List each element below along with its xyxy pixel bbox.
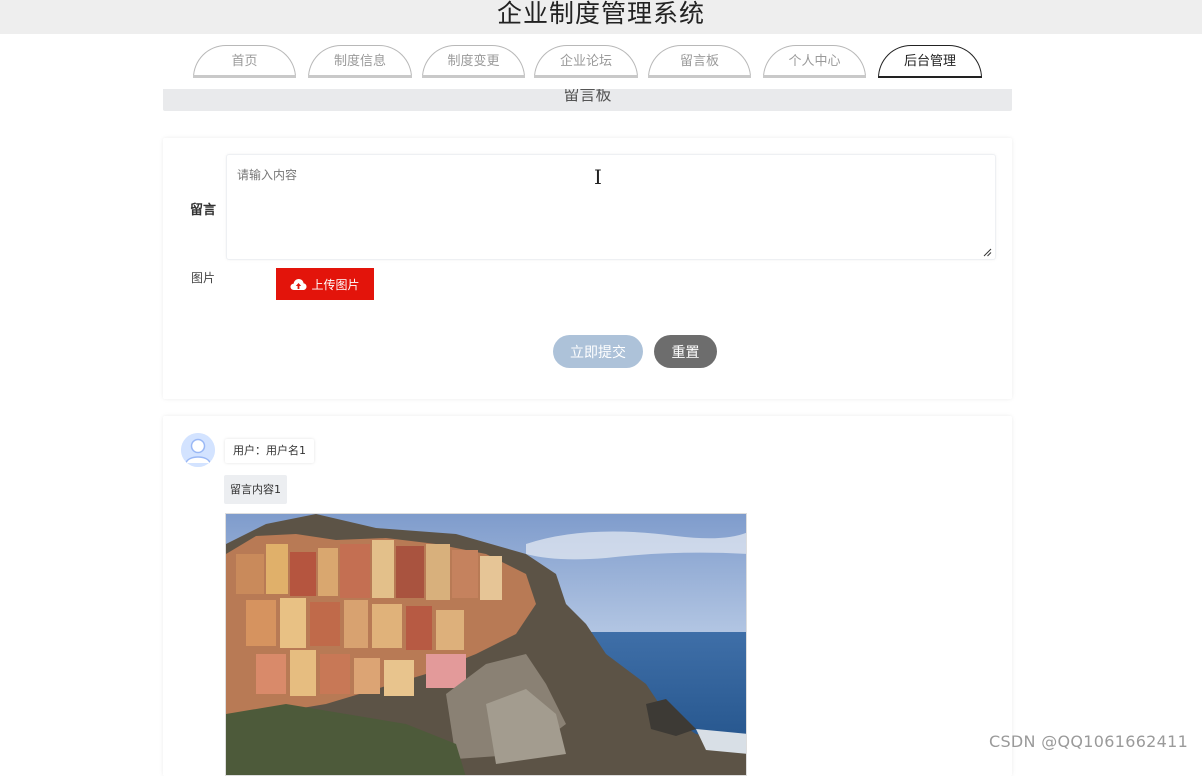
user-avatar-icon [181, 433, 215, 467]
message-form: 留言 I 图片 上传图片 立即提交 重置 [163, 138, 1012, 399]
message-input[interactable] [226, 154, 996, 260]
header-bar: 企业制度管理系统 [0, 0, 1202, 34]
comment-username: 用户：用户名1 [225, 439, 314, 463]
tab-message-board[interactable]: 留言板 [648, 45, 751, 78]
tab-home[interactable]: 首页 [193, 45, 296, 78]
tab-forum[interactable]: 企业论坛 [534, 45, 638, 78]
upload-label: 上传图片 [311, 277, 360, 292]
app-title: 企业制度管理系统 [496, 0, 705, 28]
reset-button[interactable]: 重置 [654, 335, 717, 368]
upload-image-button[interactable]: 上传图片 [276, 268, 374, 300]
image-label: 图片 [191, 271, 216, 285]
section-title: 留言板 [563, 89, 612, 104]
avatar [181, 433, 215, 467]
message-label: 留言 [190, 203, 217, 218]
section-header: 留言板 [163, 89, 1012, 111]
tab-personal-center[interactable]: 个人中心 [763, 45, 866, 78]
comment-content: 留言内容1 [224, 475, 287, 504]
cloud-upload-icon [290, 278, 307, 290]
text-cursor-icon: I [594, 165, 602, 189]
resize-handle-icon[interactable] [983, 248, 992, 257]
tab-policy-change[interactable]: 制度变更 [422, 45, 525, 78]
coastal-village-image [226, 514, 746, 775]
tab-admin[interactable]: 后台管理 [878, 45, 982, 78]
comment-image [225, 513, 747, 776]
watermark: CSDN @QQ1061662411 [989, 732, 1189, 751]
comment-item: 用户：用户名1 留言内容1 [163, 416, 1012, 776]
tab-policy-info[interactable]: 制度信息 [308, 45, 412, 78]
main-nav: 首页 制度信息 制度变更 企业论坛 留言板 个人中心 后台管理 [0, 45, 1202, 79]
submit-button[interactable]: 立即提交 [553, 335, 643, 368]
